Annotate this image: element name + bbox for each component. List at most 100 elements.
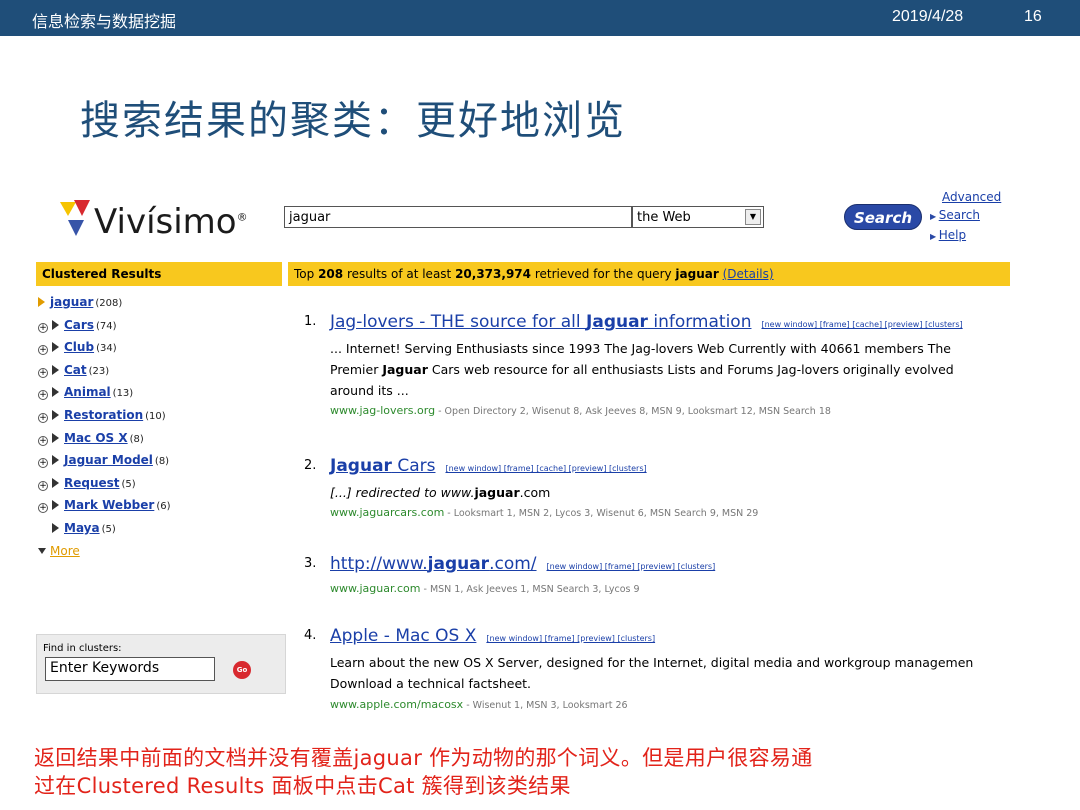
result-tools-links[interactable]: [new window] [frame] [preview] [clusters… bbox=[547, 562, 716, 571]
cluster-node-jaguar[interactable]: jaguar (208) bbox=[38, 292, 284, 315]
cluster-label[interactable]: Request bbox=[64, 476, 120, 490]
cluster-count: (6) bbox=[156, 501, 171, 513]
expand-icon[interactable]: + bbox=[38, 435, 48, 446]
expand-icon[interactable]: + bbox=[38, 458, 48, 469]
help-link[interactable]: ▶ Help bbox=[930, 226, 1001, 246]
snippet-part: Cars web resource for all enthusiasts Li… bbox=[427, 362, 954, 377]
course-title: 信息检索与数据挖掘 bbox=[32, 14, 177, 31]
cluster-count: (23) bbox=[88, 365, 110, 377]
snippet-part: [...] redirected to www. bbox=[330, 485, 475, 500]
result-snippet: Learn about the new OS X Server, designe… bbox=[330, 652, 973, 694]
find-in-clusters-panel: Find in clusters: Enter Keywords Go bbox=[36, 634, 286, 694]
cluster-node-maya[interactable]: Maya (5) bbox=[38, 518, 284, 541]
results-mid: results of at least bbox=[343, 267, 456, 281]
result-tools-links[interactable]: [new window] [frame] [preview] [clusters… bbox=[486, 634, 655, 643]
cluster-label[interactable]: Maya bbox=[64, 521, 100, 535]
bullet-arrow-icon: ▶ bbox=[930, 212, 939, 221]
result-sources: - Wisenut 1, MSN 3, Looksmart 26 bbox=[463, 700, 628, 711]
cluster-arrow-icon bbox=[52, 387, 59, 398]
cluster-node-animal[interactable]: + Animal (13) bbox=[38, 382, 284, 405]
more-link[interactable]: More bbox=[50, 544, 80, 558]
cluster-count: (74) bbox=[95, 320, 117, 332]
snippet-line: around its ... bbox=[330, 383, 409, 398]
cluster-arrow-icon bbox=[38, 297, 45, 307]
cluster-node-restoration[interactable]: + Restoration (10) bbox=[38, 405, 284, 428]
expand-icon[interactable]: + bbox=[38, 480, 48, 491]
title-part: Cars bbox=[391, 456, 436, 476]
cluster-label[interactable]: Jaguar Model bbox=[64, 453, 153, 467]
result-title-link[interactable]: http://www.jaguar.com/ [new window] [fram… bbox=[330, 554, 715, 574]
snippet-line: ... Internet! Serving Enthusiasts since … bbox=[330, 341, 951, 356]
url-text[interactable]: www.jag-lovers.org bbox=[330, 404, 435, 417]
cluster-label[interactable]: Club bbox=[64, 340, 94, 354]
cluster-count: (8) bbox=[154, 456, 170, 468]
cluster-arrow-icon bbox=[52, 409, 59, 420]
chevron-down-icon[interactable]: ▼ bbox=[745, 209, 761, 225]
cluster-label[interactable]: Mark Webber bbox=[64, 498, 154, 512]
expand-icon[interactable]: + bbox=[38, 390, 48, 401]
result-title-link[interactable]: Jaguar Cars [new window] [frame] [cache] … bbox=[330, 456, 647, 476]
snippet-line: [...] redirected to www.jaguar.com bbox=[330, 482, 550, 503]
cluster-node-cat[interactable]: + Cat (23) bbox=[38, 360, 284, 383]
result-tools-links[interactable]: [new window] [frame] [cache] [preview] [… bbox=[761, 320, 962, 329]
url-text[interactable]: www.jaguarcars.com bbox=[330, 506, 444, 519]
advanced-search-link[interactable]: ▶ Search bbox=[930, 206, 1001, 226]
note-line-1: 返回结果中前面的文档并没有覆盖jaguar 作为动物的那个词义。但是用户很容易通 bbox=[34, 746, 813, 770]
result-tools-links[interactable]: [new window] [frame] [cache] [preview] [… bbox=[445, 464, 646, 473]
search-input[interactable]: jaguar bbox=[284, 206, 632, 228]
result-number: 2. bbox=[304, 458, 317, 473]
help-link-label[interactable]: Help bbox=[939, 228, 966, 242]
results-total: 20,373,974 bbox=[455, 267, 531, 281]
cluster-label[interactable]: Cat bbox=[64, 363, 87, 377]
title-part: Jag-lovers - THE source for all bbox=[330, 312, 587, 332]
cluster-label[interactable]: Cars bbox=[64, 318, 94, 332]
search-scope-select[interactable]: the Web ▼ bbox=[632, 206, 764, 228]
details-link[interactable]: (Details) bbox=[723, 267, 774, 281]
cluster-arrow-icon bbox=[52, 432, 59, 443]
cluster-node-cars[interactable]: + Cars (74) bbox=[38, 315, 284, 338]
cluster-node-request[interactable]: + Request (5) bbox=[38, 473, 284, 496]
title-part: .com/ bbox=[489, 554, 537, 574]
slide-date: 2019/4/28 bbox=[892, 8, 964, 25]
logo-blue-triangle-icon bbox=[68, 220, 84, 236]
result-sources: - Open Directory 2, Wisenut 8, Ask Jeeve… bbox=[435, 406, 831, 417]
cluster-label[interactable]: Animal bbox=[64, 385, 111, 399]
cluster-count: (208) bbox=[95, 298, 123, 309]
go-button[interactable]: Go bbox=[233, 661, 251, 679]
cluster-label[interactable]: Restoration bbox=[64, 408, 143, 422]
url-text[interactable]: www.apple.com/macosx bbox=[330, 698, 463, 711]
title-bold: Jaguar bbox=[586, 312, 648, 332]
cluster-more[interactable]: More bbox=[38, 541, 284, 564]
expand-icon[interactable]: + bbox=[38, 345, 48, 356]
top-links: Advanced ▶ Search ▶ Help bbox=[930, 188, 1001, 246]
snippet-part: .com bbox=[519, 485, 551, 500]
vivisimo-logo[interactable]: Vivísimo® bbox=[58, 196, 298, 246]
expand-icon[interactable]: + bbox=[38, 322, 48, 333]
advanced-search-link-line2[interactable]: Search bbox=[939, 208, 980, 222]
snippet-bold: jaguar bbox=[474, 485, 520, 500]
title-part: Apple - Mac OS X bbox=[330, 626, 477, 646]
search-button[interactable]: Search bbox=[844, 204, 922, 230]
cluster-node-mac-os-x[interactable]: + Mac OS X (8) bbox=[38, 428, 284, 451]
cluster-count: (8) bbox=[129, 433, 144, 445]
vivisimo-screenshot: Vivísimo® jaguar the Web ▼ Search Advanc… bbox=[32, 180, 1020, 725]
slide-header-bar: 信息检索与数据挖掘 2019/4/28 16 bbox=[0, 0, 1080, 36]
cluster-node-jaguar-model[interactable]: + Jaguar Model (8) bbox=[38, 450, 284, 473]
cluster-node-club[interactable]: + Club (34) bbox=[38, 337, 284, 360]
advanced-search-link-line1[interactable]: Advanced bbox=[930, 188, 1001, 206]
expand-icon[interactable]: + bbox=[38, 367, 48, 378]
expand-icon[interactable]: + bbox=[38, 503, 48, 514]
cluster-label[interactable]: jaguar bbox=[50, 295, 93, 309]
cluster-label[interactable]: Mac OS X bbox=[64, 431, 128, 445]
result-title-link[interactable]: Jag-lovers - THE source for all Jaguar i… bbox=[330, 312, 963, 332]
result-number: 4. bbox=[304, 628, 317, 643]
clustered-results-header: Clustered Results bbox=[36, 262, 282, 286]
expand-icon[interactable]: + bbox=[38, 412, 48, 423]
url-text[interactable]: www.jaguar.com bbox=[330, 582, 420, 595]
snippet-bold: Jaguar bbox=[382, 362, 428, 377]
find-in-clusters-input[interactable]: Enter Keywords bbox=[45, 657, 215, 681]
result-sources: - Looksmart 1, MSN 2, Lycos 3, Wisenut 6… bbox=[444, 508, 759, 519]
cluster-node-mark-webber[interactable]: + Mark Webber (6) bbox=[38, 495, 284, 518]
result-title-link[interactable]: Apple - Mac OS X [new window] [frame] [pr… bbox=[330, 626, 655, 646]
cluster-arrow-icon bbox=[52, 319, 59, 330]
